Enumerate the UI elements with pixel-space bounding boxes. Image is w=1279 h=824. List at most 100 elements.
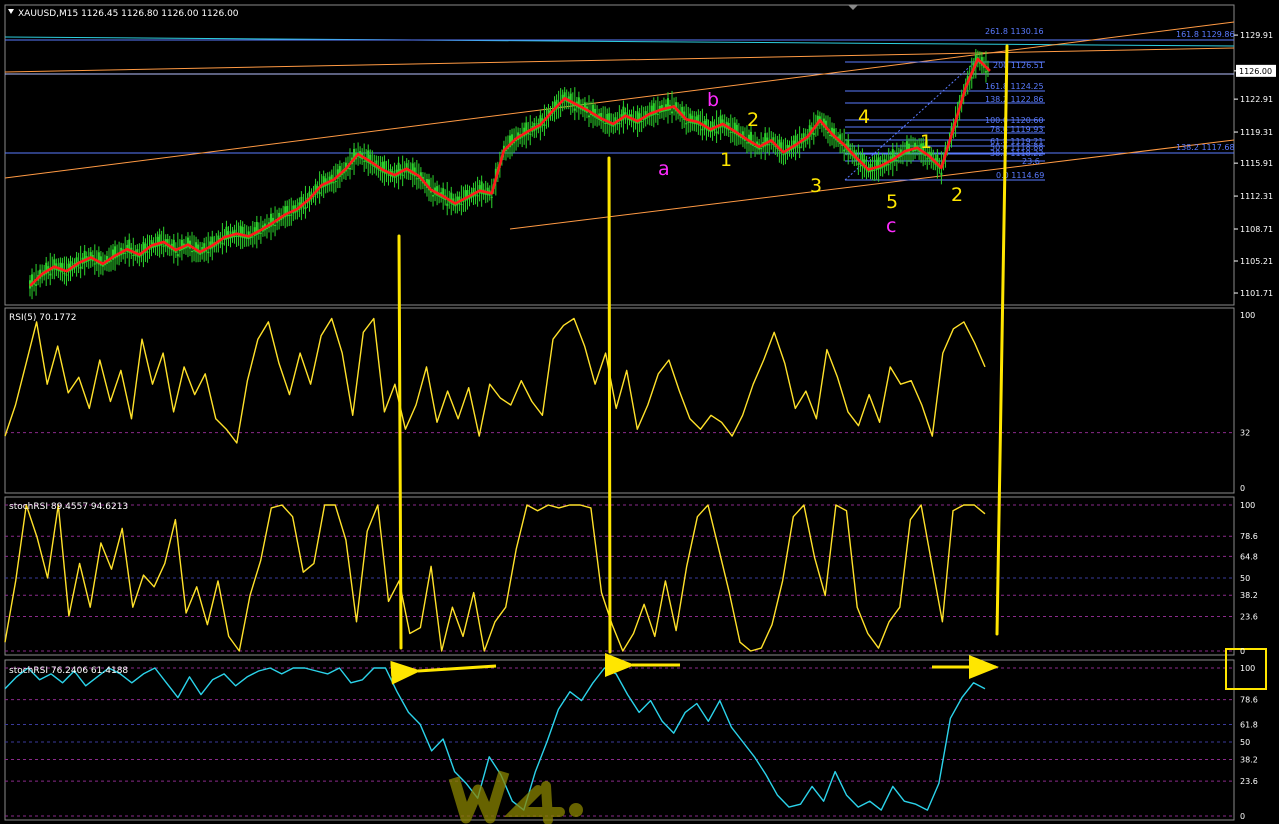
price-tick-label: 1129.91 <box>1240 31 1273 40</box>
fib-label: 138.2 1122.86 <box>985 95 1044 104</box>
indicator-tick-label: 78.6 <box>1240 532 1258 541</box>
candle-body <box>687 121 690 123</box>
price-tick-label: 1105.21 <box>1240 257 1273 266</box>
candle-body <box>146 251 149 253</box>
candle-body <box>162 245 165 247</box>
candle-body <box>656 113 659 115</box>
candle-body <box>124 252 127 254</box>
price-tick-label: 1119.31 <box>1240 128 1273 137</box>
candle-body <box>940 172 943 175</box>
wave-label-2b: 2 <box>951 184 963 206</box>
stochrsi2-title: stochRSI 76.2406 61.4188 <box>9 666 128 676</box>
candle-body <box>349 167 351 170</box>
candle-body <box>557 107 560 109</box>
candle-body <box>784 153 787 155</box>
candle-body <box>251 236 254 238</box>
candle-body <box>476 195 479 197</box>
fib-label: 161.8 1129.86 <box>1176 30 1235 39</box>
wave-label-3: 3 <box>810 175 822 197</box>
candle-body <box>873 169 876 171</box>
candle-body <box>274 224 277 226</box>
candle-body <box>640 120 643 122</box>
stochrsi-axis: 100 78.6 64.8 50 38.2 23.6 0 <box>1240 501 1258 656</box>
wave-label-1b: 1 <box>920 131 932 153</box>
indicator-tick-label: 0 <box>1240 484 1245 493</box>
indicator-tick-label: 61.8 <box>1240 721 1258 730</box>
candle-body <box>543 124 546 126</box>
candle-body <box>193 250 196 252</box>
price-tick-label: 1112.31 <box>1240 192 1273 201</box>
candle-body <box>604 122 607 124</box>
candle-body <box>602 121 605 123</box>
fib-label: 161.8 1124.25 <box>985 82 1044 91</box>
indicator-tick-label: 0 <box>1240 647 1245 656</box>
indicator-tick-label: 78.6 <box>1240 696 1258 705</box>
candle-body <box>798 146 801 149</box>
candle-body <box>529 133 532 135</box>
candle-body <box>318 192 321 195</box>
candle-body <box>729 131 732 133</box>
wave-label-1: 1 <box>720 149 732 171</box>
rsi-pane <box>4 307 1235 494</box>
candle-body <box>132 254 135 256</box>
rsi-axis: 100 32 0 <box>1240 311 1255 493</box>
indicator-tick-label: 50 <box>1240 574 1250 583</box>
price-tick-label: 1115.91 <box>1240 159 1273 168</box>
candle-body <box>910 152 913 154</box>
indicator-tick-label: 100 <box>1240 501 1255 510</box>
stochrsi-pane <box>4 496 1235 656</box>
candle-body <box>490 196 493 198</box>
candle-body <box>573 108 576 111</box>
candle-body <box>363 160 366 162</box>
candle-body <box>632 121 635 123</box>
candle-body <box>110 260 113 262</box>
candle-body <box>887 164 890 166</box>
candle-body <box>446 203 449 206</box>
stochrsi2-axis: 100 78.6 61.8 50 38.2 23.6 0 <box>1240 664 1258 821</box>
candle-body <box>401 174 404 176</box>
wave-label-a: a <box>658 158 670 180</box>
candle-body <box>259 232 262 234</box>
indicator-tick-label: 23.6 <box>1240 777 1258 786</box>
symbol-header-text: XAUUSD,M15 1126.45 1126.80 1126.00 1126.… <box>18 9 239 19</box>
stochrsi-title: stochRSI 89.4557 94.6213 <box>9 502 128 512</box>
candle-body <box>35 284 38 286</box>
candle-body <box>843 149 846 152</box>
indicator-tick-label: 100 <box>1240 311 1255 320</box>
candle-body <box>332 182 335 184</box>
candle-body <box>715 131 718 134</box>
wave-label-2: 2 <box>747 109 759 131</box>
candle-body <box>826 132 829 134</box>
fib-label: 78.6 1119.93 <box>990 125 1043 134</box>
candle-body <box>415 178 418 180</box>
candle-body <box>685 123 688 125</box>
price-tick-label: 1108.71 <box>1240 225 1273 234</box>
indicator-tick-label: 38.2 <box>1240 755 1258 764</box>
candle-body <box>304 207 307 210</box>
candle-body <box>207 251 210 254</box>
candle-body <box>626 118 629 120</box>
candle-body <box>462 200 465 202</box>
candle-body <box>49 273 52 276</box>
candle-body <box>618 123 621 125</box>
candle-body <box>221 242 224 245</box>
candle-body <box>235 235 238 237</box>
candle-body <box>288 214 291 216</box>
current-price-label: 1126.00 <box>1239 67 1272 76</box>
candle-body <box>768 144 771 146</box>
candle-body <box>701 128 704 131</box>
candle-body <box>984 71 987 73</box>
wave-label-b: b <box>707 89 719 111</box>
wave-label-5: 5 <box>886 191 898 213</box>
candle-body <box>191 250 194 253</box>
candle-body <box>63 273 66 275</box>
candle-body <box>829 134 831 136</box>
trading-chart: XAUUSD,M15 1126.45 1126.80 1126.00 1126.… <box>4 4 1276 824</box>
candle-body <box>432 195 435 197</box>
candle-body <box>176 254 179 257</box>
candle-body <box>79 266 82 269</box>
candle-body <box>387 174 390 176</box>
fib-label: 100.0 1120.60 <box>985 116 1044 125</box>
indicator-tick-label: 23.6 <box>1240 613 1258 622</box>
candle-body <box>65 274 68 276</box>
